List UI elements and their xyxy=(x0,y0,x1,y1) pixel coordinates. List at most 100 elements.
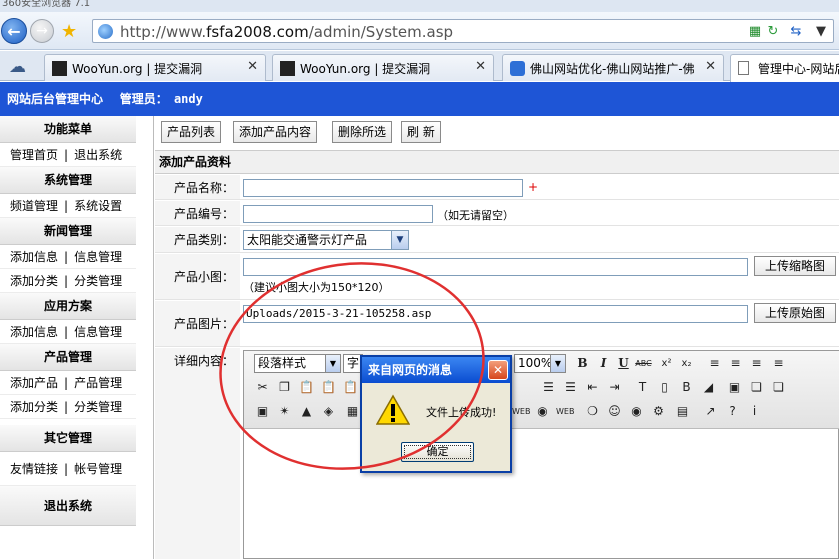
format-select[interactable]: 段落样式 ▼ xyxy=(254,354,341,373)
refresh-site-icon[interactable]: ↻ xyxy=(765,24,781,40)
tab-wooyun-2[interactable]: WooYun.org | 提交漏洞 ✕ xyxy=(272,54,494,81)
symbol-icon[interactable]: ◉ xyxy=(628,403,645,420)
sidebar-link-accounts[interactable]: 帐号管理 xyxy=(74,462,122,476)
superscript-icon[interactable]: x² xyxy=(658,355,675,372)
sidebar-link-add-product[interactable]: 添加产品 xyxy=(10,376,58,390)
indent-icon[interactable]: ⇥ xyxy=(606,379,623,396)
address-url[interactable]: http://www.fsfa2008.com/admin/System.asp xyxy=(120,23,453,41)
copy-icon[interactable]: ❐ xyxy=(276,379,293,396)
cut-icon[interactable]: ✂ xyxy=(254,379,271,396)
editor-content-area[interactable] xyxy=(244,430,838,558)
cloud-icon[interactable]: ☁ xyxy=(9,57,26,77)
sidebar-link-manage-solution[interactable]: 信息管理 xyxy=(74,325,122,339)
product-list-button[interactable]: 产品列表 xyxy=(161,121,222,143)
strikethrough-icon[interactable]: ABC xyxy=(635,355,652,372)
background-color-icon[interactable]: B xyxy=(678,379,695,396)
forward-layer-icon[interactable]: ❏ xyxy=(748,379,765,396)
sidebar-link-add-news-category[interactable]: 添加分类 xyxy=(10,274,58,288)
eraser-icon[interactable]: ◢ xyxy=(700,379,717,396)
sidebar-link-add-news[interactable]: 添加信息 xyxy=(10,250,58,264)
page-break-icon[interactable]: ▤ xyxy=(674,403,691,420)
align-right-icon[interactable]: ≡ xyxy=(748,355,765,372)
paste-text-icon[interactable]: 📋 xyxy=(320,379,337,396)
tab-foshan[interactable]: 佛山网站优化-佛山网站推广-佛 ✕ xyxy=(502,54,724,81)
sidebar-link-manage-product-category[interactable]: 分类管理 xyxy=(74,400,122,414)
sidebar-link-settings[interactable]: 系统设置 xyxy=(74,199,122,213)
sidebar-link-home[interactable]: 管理首页 xyxy=(10,148,58,162)
globe-icon[interactable]: ◉ xyxy=(534,403,551,420)
sidebar-link-manage-product[interactable]: 产品管理 xyxy=(74,376,122,390)
close-icon[interactable]: ✕ xyxy=(488,360,508,380)
info-icon[interactable]: i xyxy=(746,403,763,420)
sidebar-link-friend-links[interactable]: 友情链接 xyxy=(10,462,58,476)
close-icon[interactable]: ✕ xyxy=(475,59,486,74)
qr-code-icon[interactable]: ▦ xyxy=(747,24,763,40)
highlight-icon[interactable]: ▯ xyxy=(656,379,673,396)
form-row-name: 产品名称： + xyxy=(155,175,839,200)
italic-icon[interactable]: I xyxy=(595,355,612,372)
upload-thumbnail-button[interactable]: 上传缩略图 xyxy=(754,256,837,276)
zoom-select[interactable]: 100% ▼ xyxy=(514,354,566,373)
forward-button[interactable]: → xyxy=(30,19,54,43)
sidebar-row: 添加分类 | 分类管理 xyxy=(0,395,136,419)
anchor-icon[interactable]: ◈ xyxy=(320,403,337,420)
sidebar-link-manage-news[interactable]: 信息管理 xyxy=(74,250,122,264)
web-link-icon[interactable]: WEB xyxy=(556,403,574,420)
paste-word-icon[interactable]: 📋 xyxy=(342,379,359,396)
sidebar-link-add-product-category[interactable]: 添加分类 xyxy=(10,400,58,414)
refresh-button[interactable]: 刷 新 xyxy=(401,121,441,143)
close-icon[interactable]: ✕ xyxy=(705,59,716,74)
sidebar-link-manage-news-category[interactable]: 分类管理 xyxy=(74,274,122,288)
favorite-star-icon[interactable]: ★ xyxy=(61,21,77,42)
emoticon-icon[interactable]: ☺ xyxy=(606,403,623,420)
tab-admin[interactable]: 管理中心-网站后 xyxy=(730,54,839,82)
paste-icon[interactable]: 📋 xyxy=(298,379,315,396)
table-icon[interactable]: ▦ xyxy=(344,403,361,420)
address-bar[interactable]: http://www.fsfa2008.com/admin/System.asp… xyxy=(92,19,834,43)
backward-layer-icon[interactable]: ❏ xyxy=(770,379,787,396)
align-center-icon[interactable]: ≡ xyxy=(727,355,744,372)
upload-image-button[interactable]: 上传原始图 xyxy=(754,303,837,323)
image-path-input[interactable]: Uploads/2015-3-21-105258.asp xyxy=(243,305,748,323)
special-char-icon[interactable]: ❍ xyxy=(584,403,601,420)
chevron-down-icon[interactable]: ▼ xyxy=(813,24,829,40)
sidebar-logout-button[interactable]: 退出系统 xyxy=(0,486,136,526)
unordered-list-icon[interactable]: ☰ xyxy=(562,379,579,396)
absolute-position-icon[interactable]: ▣ xyxy=(726,379,743,396)
thumbnail-path-input[interactable] xyxy=(243,258,748,276)
bold-icon[interactable]: B xyxy=(574,355,591,372)
align-left-icon[interactable]: ≡ xyxy=(706,355,723,372)
flash-icon[interactable]: ✴ xyxy=(276,403,293,420)
required-mark: + xyxy=(528,180,539,194)
arrow-left-icon: ← xyxy=(7,21,21,41)
media-icon[interactable]: ▲ xyxy=(298,403,315,420)
outdent-icon[interactable]: ⇤ xyxy=(584,379,601,396)
category-select[interactable]: 太阳能交通警示灯产品 ▼ xyxy=(243,230,409,250)
back-button[interactable]: ← xyxy=(1,18,27,44)
swap-icon[interactable]: ⇆ xyxy=(788,24,804,40)
product-code-input[interactable] xyxy=(243,205,433,223)
help-icon[interactable]: ? xyxy=(724,403,741,420)
justify-icon[interactable]: ≡ xyxy=(770,355,787,372)
sidebar-link-add-solution[interactable]: 添加信息 xyxy=(10,325,58,339)
ordered-list-icon[interactable]: ☰ xyxy=(540,379,557,396)
gear-icon[interactable]: ⚙ xyxy=(650,403,667,420)
sidebar-row: 友情链接 | 帐号管理 xyxy=(0,452,136,486)
text-color-icon[interactable]: T xyxy=(634,379,651,396)
main-content: 产品列表 添加产品内容 删除所选 刷 新 添加产品资料 产品名称： + 产品编号… xyxy=(155,116,839,559)
web-icon[interactable]: WEB xyxy=(512,403,530,420)
maximize-icon[interactable]: ↗ xyxy=(702,403,719,420)
ok-button[interactable]: 确定 xyxy=(401,442,474,462)
sidebar-divider xyxy=(136,116,154,559)
sidebar-link-logout[interactable]: 退出系统 xyxy=(74,148,122,162)
tab-wooyun-1[interactable]: WooYun.org | 提交漏洞 ✕ xyxy=(44,54,266,81)
close-icon[interactable]: ✕ xyxy=(247,59,258,74)
sidebar-link-channels[interactable]: 频道管理 xyxy=(10,199,58,213)
sidebar-row: 管理首页 | 退出系统 xyxy=(0,143,136,167)
add-product-button[interactable]: 添加产品内容 xyxy=(233,121,318,143)
image-icon[interactable]: ▣ xyxy=(254,403,271,420)
underline-icon[interactable]: U xyxy=(615,355,632,372)
delete-selected-button[interactable]: 删除所选 xyxy=(332,121,393,143)
subscript-icon[interactable]: x₂ xyxy=(678,355,695,372)
product-name-input[interactable] xyxy=(243,179,523,197)
